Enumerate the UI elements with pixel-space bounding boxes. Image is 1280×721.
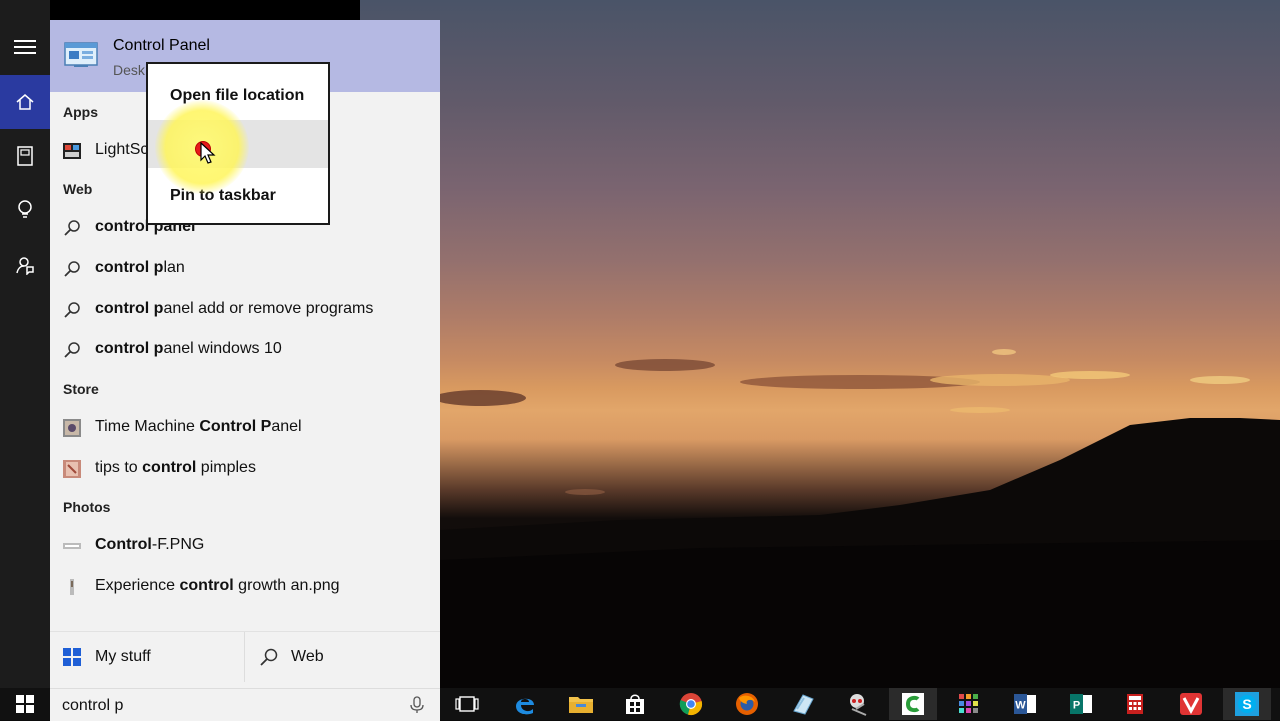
skype-icon[interactable]: S	[1223, 688, 1271, 720]
store-result-2[interactable]: tips to control pimples	[50, 449, 440, 489]
store-result-1[interactable]: Time Machine Control Panel	[50, 408, 440, 448]
vivaldi-icon[interactable]	[1167, 688, 1215, 720]
file-explorer-icon[interactable]	[557, 688, 605, 720]
search-input[interactable]	[60, 693, 404, 719]
edge-icon[interactable]	[501, 688, 549, 720]
store-result-label: tips to control pimples	[95, 459, 256, 476]
windows-logo-icon	[63, 648, 81, 666]
camtasia-icon[interactable]	[889, 688, 937, 720]
section-photos: Photos	[63, 499, 111, 515]
image-thumbnail-icon	[62, 578, 82, 596]
lightscreen-app-icon	[62, 142, 82, 160]
store-app-icon	[62, 460, 82, 478]
section-apps: Apps	[63, 104, 98, 120]
web-scope-label: Web	[291, 648, 324, 665]
search-scope-bar: My stuff Web	[50, 631, 440, 682]
store-icon[interactable]	[611, 688, 659, 720]
my-stuff-label: My stuff	[95, 648, 151, 665]
lightbulb-icon[interactable]	[0, 183, 50, 237]
start-menu-top-strip	[50, 0, 360, 20]
app-grid-icon[interactable]	[945, 688, 993, 720]
web-result-2[interactable]: control plan	[50, 249, 440, 289]
svg-text:W: W	[1015, 700, 1026, 712]
web-result-3[interactable]: control panel add or remove programs	[50, 290, 440, 330]
mouse-cursor-icon	[200, 142, 216, 164]
search-icon	[62, 260, 82, 278]
start-button[interactable]	[0, 688, 50, 720]
search-icon	[260, 648, 278, 666]
web-result-label: control panel windows 10	[95, 340, 282, 357]
svg-text:P: P	[1073, 700, 1080, 712]
web-result-4[interactable]: control panel windows 10	[50, 330, 440, 370]
web-result-label: control plan	[95, 259, 185, 276]
firefox-icon[interactable]	[723, 688, 771, 720]
windows-start-icon	[16, 695, 34, 713]
search-icon	[62, 341, 82, 359]
svg-text:S: S	[1242, 696, 1251, 712]
taskbar: W P S	[440, 688, 1280, 720]
search-icon	[62, 301, 82, 319]
photo-result-2[interactable]: Experience control growth an.png	[50, 567, 440, 607]
best-match-subtitle: Desk	[113, 62, 145, 78]
store-result-label: Time Machine Control Panel	[95, 418, 302, 435]
publisher-icon[interactable]: P	[1057, 688, 1105, 720]
microphone-icon[interactable]	[409, 696, 425, 714]
image-thumbnail-icon	[62, 537, 82, 555]
hamburger-menu-icon[interactable]	[0, 20, 50, 74]
start-menu-rail	[0, 0, 50, 688]
feedback-icon[interactable]	[0, 238, 50, 292]
home-icon[interactable]	[0, 75, 50, 129]
photo-result-label: Control-F.PNG	[95, 536, 205, 553]
web-scope-button[interactable]: Web	[245, 632, 439, 682]
section-web: Web	[63, 181, 93, 197]
photo-result-1[interactable]: Control-F.PNG	[50, 526, 440, 566]
notebook-icon[interactable]	[0, 129, 50, 183]
paint-icon[interactable]	[779, 688, 827, 720]
snipping-tool-icon[interactable]	[835, 688, 883, 720]
calculator-icon[interactable]	[1111, 688, 1159, 720]
web-result-label: control panel add or remove programs	[95, 300, 374, 317]
section-store: Store	[63, 381, 99, 397]
my-stuff-button[interactable]: My stuff	[50, 632, 244, 682]
best-match-title: Control Panel	[113, 37, 210, 54]
search-box	[50, 688, 440, 721]
search-icon	[62, 219, 82, 237]
photo-result-label: Experience control growth an.png	[95, 577, 340, 594]
control-panel-icon	[64, 42, 98, 67]
store-app-icon	[62, 419, 82, 437]
list-item-label: LightSc	[95, 141, 149, 158]
task-view-icon[interactable]	[443, 688, 491, 720]
word-icon[interactable]: W	[1001, 688, 1049, 720]
chrome-icon[interactable]	[667, 688, 715, 720]
